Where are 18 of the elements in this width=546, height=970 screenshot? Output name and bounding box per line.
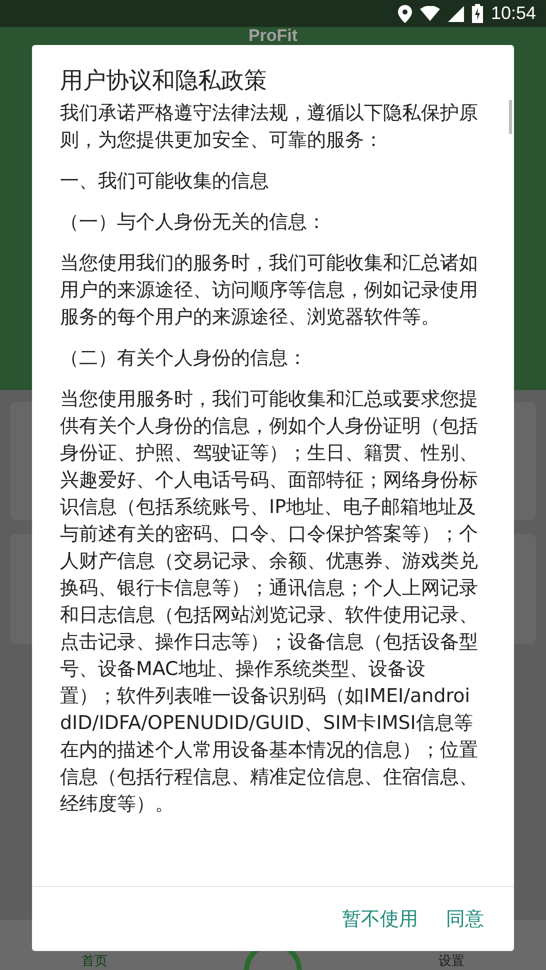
policy-paragraph: 我们承诺严格遵守法律法规，遵循以下隐私保护原则，为您提供更加安全、可靠的服务： [60, 101, 479, 153]
decline-button[interactable]: 暂不使用 [334, 898, 426, 940]
nav-tab[interactable]: 首页 [54, 954, 135, 970]
nav-tab[interactable]: 设置 [411, 954, 492, 970]
policy-paragraph: （一）与个人身份无关的信息： [60, 210, 327, 235]
app-title: ProFit [248, 27, 298, 45]
policy-paragraph: （二）有关个人身份的信息： [60, 346, 308, 371]
dialog-title: 用户协议和隐私政策 [59, 67, 268, 96]
signal-icon [448, 6, 464, 22]
agree-button[interactable]: 同意 [438, 898, 492, 940]
clock-time: 10:54 [490, 3, 536, 24]
location-icon [398, 4, 412, 22]
policy-paragraph: 当您使用我们的服务时，我们可能收集和汇总诸如用户的来源途径、访问顺序等信息，例如记录使用服务的每个用户的来源途径、浏览器软件等。 [60, 251, 479, 330]
battery-charging-icon [472, 4, 483, 23]
policy-paragraph: 当您使用服务时，我们可能收集和汇总或要求您提供有关个人身份的信息，例如个人身份证明（包括身份证、护照、驾驶证等）；生日、籍贯、性别、兴趣爱好、个人电话号码、面部特征；网络身份标识信息（包括系统账号、IP地址、电子邮箱地址及与前述有关的密码、口令、口令保护答案等）；个人财产信息（交易记录、余额、优惠券、游戏类兑换码、银行卡信息等）；通讯信息；个人上网记录和日志信息（包括网站浏览记录、软件使用记录、点击记录、操作日志等）；设备信息（包括设备型号、设备MAC地址、操作系统类型、设备设置）；软件列表唯一设备识别码（如IMEI/androidID/IDFA/OPENUDID/GUID、SIM卡IMSI信息等在内的描述个人常用设备基本情况的信息）；位置信息（包括行程信息、精准定位信息、住宿信息、经纬度等）。 [60, 387, 479, 817]
policy-paragraph: 一、我们可能收集的信息 [60, 169, 270, 194]
scrollbar[interactable] [509, 100, 512, 134]
wifi-icon [420, 6, 440, 21]
